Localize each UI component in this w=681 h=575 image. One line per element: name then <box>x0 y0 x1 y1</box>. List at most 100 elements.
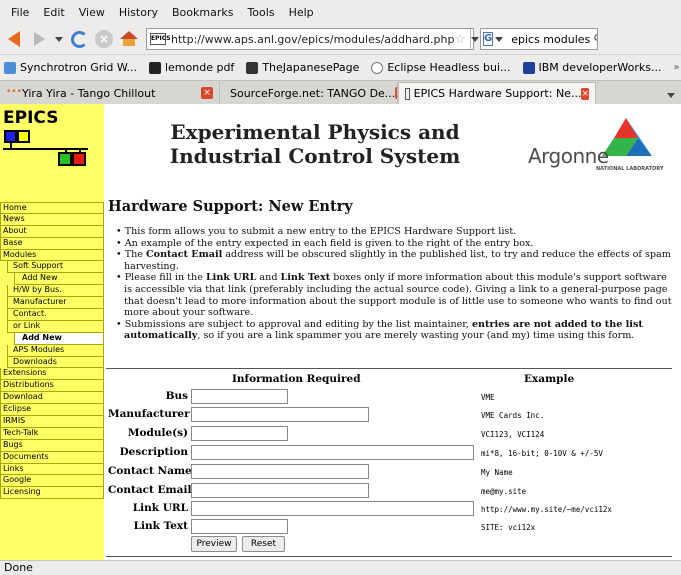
menu-file[interactable]: File <box>4 6 36 19</box>
checkbox-icon <box>4 61 16 74</box>
bookmark-lemonde[interactable]: lemonde pdf <box>148 61 235 74</box>
bookmark-synchrotron[interactable]: Synchrotron Grid W... <box>4 61 137 74</box>
back-button[interactable] <box>3 28 25 50</box>
menu-edit[interactable]: Edit <box>36 6 71 19</box>
search-input[interactable]: epics modules <box>511 33 590 46</box>
link-text-label: Link Text <box>133 520 188 532</box>
sidebar-item-home[interactable]: Home <box>0 202 104 214</box>
bookmark-label: IBM developerWorks... <box>538 61 662 74</box>
link-text-input[interactable] <box>191 519 288 534</box>
reset-button[interactable]: Reset <box>242 536 285 552</box>
menu-tools[interactable]: Tools <box>240 6 281 19</box>
site-favicon-icon: EPICS <box>150 33 171 45</box>
sidebar-item-distributions[interactable]: Distributions <box>0 380 104 393</box>
instruction-item: An example of the entry expected in each… <box>116 238 676 250</box>
forward-arrow-icon <box>33 32 45 46</box>
sidebar-item-google[interactable]: Google <box>0 475 104 488</box>
sidebar-item-soft-support[interactable]: Soft Support <box>7 261 104 274</box>
sidebar-item-base[interactable]: Base <box>0 237 104 250</box>
link-url-input[interactable] <box>191 501 474 516</box>
url-text[interactable]: http://www.aps.anl.gov/epics/modules/add… <box>171 33 454 46</box>
sidebar-item-bugs[interactable]: Bugs <box>0 439 104 452</box>
modules-input[interactable] <box>191 426 288 441</box>
instruction-text: This form allows you to submit a new ent… <box>124 226 517 237</box>
menu-help[interactable]: Help <box>282 6 321 19</box>
sidebar-item-downloads[interactable]: Downloads <box>7 356 104 369</box>
sidebar-item-add-new[interactable]: Add New <box>14 273 104 286</box>
menu-history[interactable]: History <box>112 6 165 19</box>
sidebar-item-modules[interactable]: Modules <box>0 249 104 262</box>
instruction-item: The Contact Email address will be obscur… <box>116 249 676 272</box>
url-bar[interactable]: EPICS http://www.aps.anl.gov/epics/modul… <box>146 28 480 50</box>
sidebar-item-aps-modules[interactable]: APS Modules <box>7 344 104 357</box>
bookmark-eclipse[interactable]: Eclipse Headless bui... <box>371 61 511 74</box>
modules-label: Module(s) <box>127 427 188 439</box>
sidebar-item-or-link[interactable]: or Link <box>7 320 104 333</box>
header-title-line1: Experimental Physics and <box>170 120 460 144</box>
argonne-wordmark: Argonne <box>528 144 609 168</box>
stop-button[interactable]: × <box>93 28 115 50</box>
description-input[interactable] <box>191 445 474 460</box>
contact-email-input[interactable] <box>191 483 369 498</box>
bookmark-label: lemonde pdf <box>164 61 235 74</box>
instruction-text: , so if you are a link spammer you are m… <box>197 330 635 342</box>
sidebar-item-about[interactable]: About <box>0 225 104 238</box>
contact-email-label: Contact Email <box>108 484 192 496</box>
sidebar-item-contact[interactable]: Contact. <box>7 309 104 321</box>
sidebar-item-download[interactable]: Download <box>0 392 104 405</box>
instruction-item: Please fill in the Link URL and Link Tex… <box>116 272 676 318</box>
sidebar-item-news[interactable]: News <box>0 213 104 226</box>
sidebar-item-manufacturer[interactable]: Manufacturer <box>7 297 104 310</box>
home-button[interactable] <box>118 28 140 50</box>
link-text-example: SITE: vci12x <box>481 523 536 532</box>
close-icon[interactable]: × <box>201 87 213 99</box>
menu-view[interactable]: View <box>72 6 112 19</box>
magnifier-icon[interactable]: ⚲ <box>593 32 597 46</box>
instruction-text: The <box>124 249 147 261</box>
preview-button[interactable]: Preview <box>191 536 237 552</box>
bookmarks-overflow-icon[interactable]: » <box>673 62 679 73</box>
google-icon[interactable]: G <box>483 32 494 46</box>
home-icon <box>120 31 138 46</box>
bookmark-star-icon[interactable]: ☆ <box>454 32 466 47</box>
logo-red-block <box>72 152 86 166</box>
argonne-subtitle: NATIONAL LABORATORY <box>596 166 664 172</box>
history-dropdown-button[interactable] <box>53 28 65 50</box>
sidebar-item-add-new[interactable]: Add New <box>14 332 104 345</box>
menu-bookmarks[interactable]: Bookmarks <box>165 6 240 19</box>
close-icon[interactable]: × <box>581 87 589 100</box>
description-example: mi*8, 16-bit; 0-10V & +/-5V <box>481 449 603 458</box>
bookmark-ibm[interactable]: IBM developerWorks... <box>522 61 662 74</box>
divider <box>106 368 672 369</box>
instruction-text: Please fill in the <box>124 272 206 284</box>
epics-logo[interactable]: EPICS <box>3 108 58 128</box>
tab-list-dropdown-icon[interactable] <box>667 93 675 98</box>
search-bar[interactable]: G epics modules ⚲ <box>480 28 598 50</box>
reload-button[interactable] <box>68 28 90 50</box>
manufacturer-example: VME Cards Inc. <box>481 411 545 420</box>
bus-label: Bus <box>165 390 188 402</box>
forward-button[interactable] <box>28 28 50 50</box>
tab-tango-chillout[interactable]: ••• Yira Yira - Tango Chillout × <box>0 82 220 104</box>
contact-name-input[interactable] <box>191 464 369 479</box>
sidebar-item-tech-talk[interactable]: Tech-Talk <box>0 427 104 440</box>
modules-example: VCI123, VCI124 <box>481 430 545 439</box>
sidebar-item-eclipse[interactable]: Eclipse <box>0 404 104 417</box>
sidebar-item-irmis[interactable]: IRMIS <box>0 416 104 428</box>
sidebar-item-h-w-by-bus[interactable]: H/W by Bus. <box>7 285 104 298</box>
status-bar: Done <box>0 560 681 575</box>
sidebar-item-documents[interactable]: Documents <box>0 451 104 464</box>
manufacturer-input[interactable] <box>191 407 369 422</box>
instructions-list: This form allows you to submit a new ent… <box>116 226 676 342</box>
bookmark-japanese[interactable]: TheJapanesePage <box>246 61 359 74</box>
sidebar-item-extensions[interactable]: Extensions <box>0 368 104 381</box>
bus-input[interactable] <box>191 389 288 404</box>
description-label: Description <box>119 446 188 458</box>
sidebar-item-licensing[interactable]: Licensing <box>0 487 104 500</box>
tab-sourceforge[interactable]: SourceForge.net: TANGO De... × <box>220 82 398 104</box>
search-engine-dropdown-icon[interactable] <box>495 36 504 42</box>
tab-epics-hardware[interactable]: EPICS Hardware Support: Ne... × <box>398 82 596 104</box>
sidebar-item-links[interactable]: Links <box>0 463 104 476</box>
url-dropdown-button[interactable] <box>470 29 480 49</box>
tab-label: Yira Yira - Tango Chillout <box>22 86 156 100</box>
